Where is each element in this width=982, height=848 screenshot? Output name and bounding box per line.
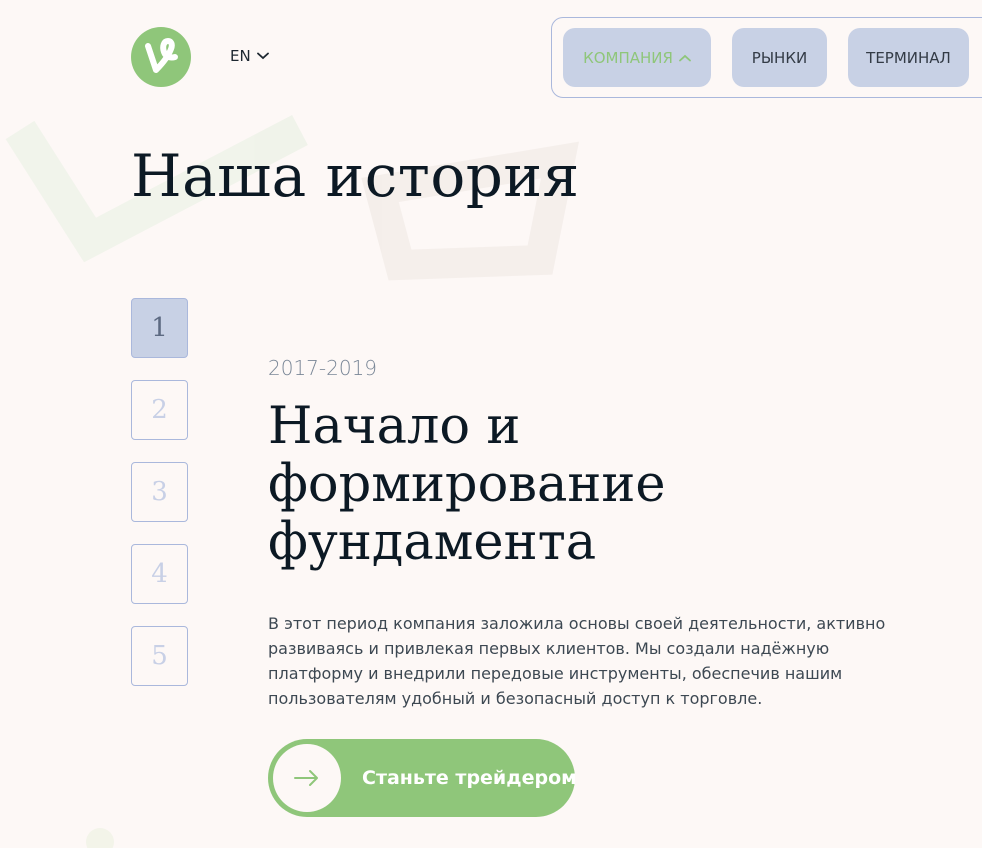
nav-item-markets[interactable]: РЫНКИ <box>732 28 827 87</box>
page: EN КОМПАНИЯ РЫНКИ ТЕРМИНАЛ Наша история … <box>0 0 982 848</box>
language-selector[interactable]: EN <box>230 47 269 65</box>
nav-item-label: ТЕРМИНАЛ <box>866 48 951 67</box>
step-number: 3 <box>151 477 168 507</box>
main-nav: КОМПАНИЯ РЫНКИ ТЕРМИНАЛ <box>551 17 982 98</box>
step-number: 1 <box>151 313 168 343</box>
logo[interactable] <box>131 27 191 87</box>
become-trader-button[interactable]: Станьте трейдером <box>268 739 577 817</box>
page-title: Наша история <box>131 142 580 210</box>
nav-item-label: КОМПАНИЯ <box>583 48 673 67</box>
section-title: Начало и формирование фундамента <box>268 398 828 572</box>
step-3-button[interactable]: 3 <box>131 462 188 522</box>
description-line: пользователям удобный и безопасный досту… <box>268 689 763 708</box>
cta-icon-circle <box>273 744 341 812</box>
section-title-line: формирование <box>268 455 666 514</box>
section-description: В этот период компания заложила основы с… <box>268 611 898 711</box>
nav-item-label: РЫНКИ <box>751 48 808 67</box>
description-line: В этот период компания заложила основы с… <box>268 614 886 633</box>
vine-logo-icon <box>131 27 191 87</box>
step-2-button[interactable]: 2 <box>131 380 188 440</box>
step-4-button[interactable]: 4 <box>131 544 188 604</box>
section-title-line: фундамента <box>268 513 597 572</box>
chevron-down-icon <box>256 52 269 60</box>
step-number: 5 <box>151 641 168 671</box>
language-label: EN <box>230 47 251 65</box>
step-1-button[interactable]: 1 <box>131 298 188 358</box>
step-number: 4 <box>151 559 168 589</box>
step-5-button[interactable]: 5 <box>131 626 188 686</box>
nav-item-terminal[interactable]: ТЕРМИНАЛ <box>848 28 969 87</box>
description-line: платформу и внедрили передовые инструмен… <box>268 664 843 683</box>
section-title-line: Начало и <box>268 397 521 456</box>
step-number: 2 <box>151 395 168 425</box>
nav-item-company[interactable]: КОМПАНИЯ <box>563 28 711 87</box>
cta-label: Станьте трейдером <box>362 767 577 789</box>
arrow-right-icon <box>294 770 318 786</box>
description-line: развиваясь и привлекая первых клиентов. … <box>268 639 830 658</box>
chevron-up-icon <box>679 54 691 61</box>
period-label: 2017-2019 <box>268 356 378 380</box>
